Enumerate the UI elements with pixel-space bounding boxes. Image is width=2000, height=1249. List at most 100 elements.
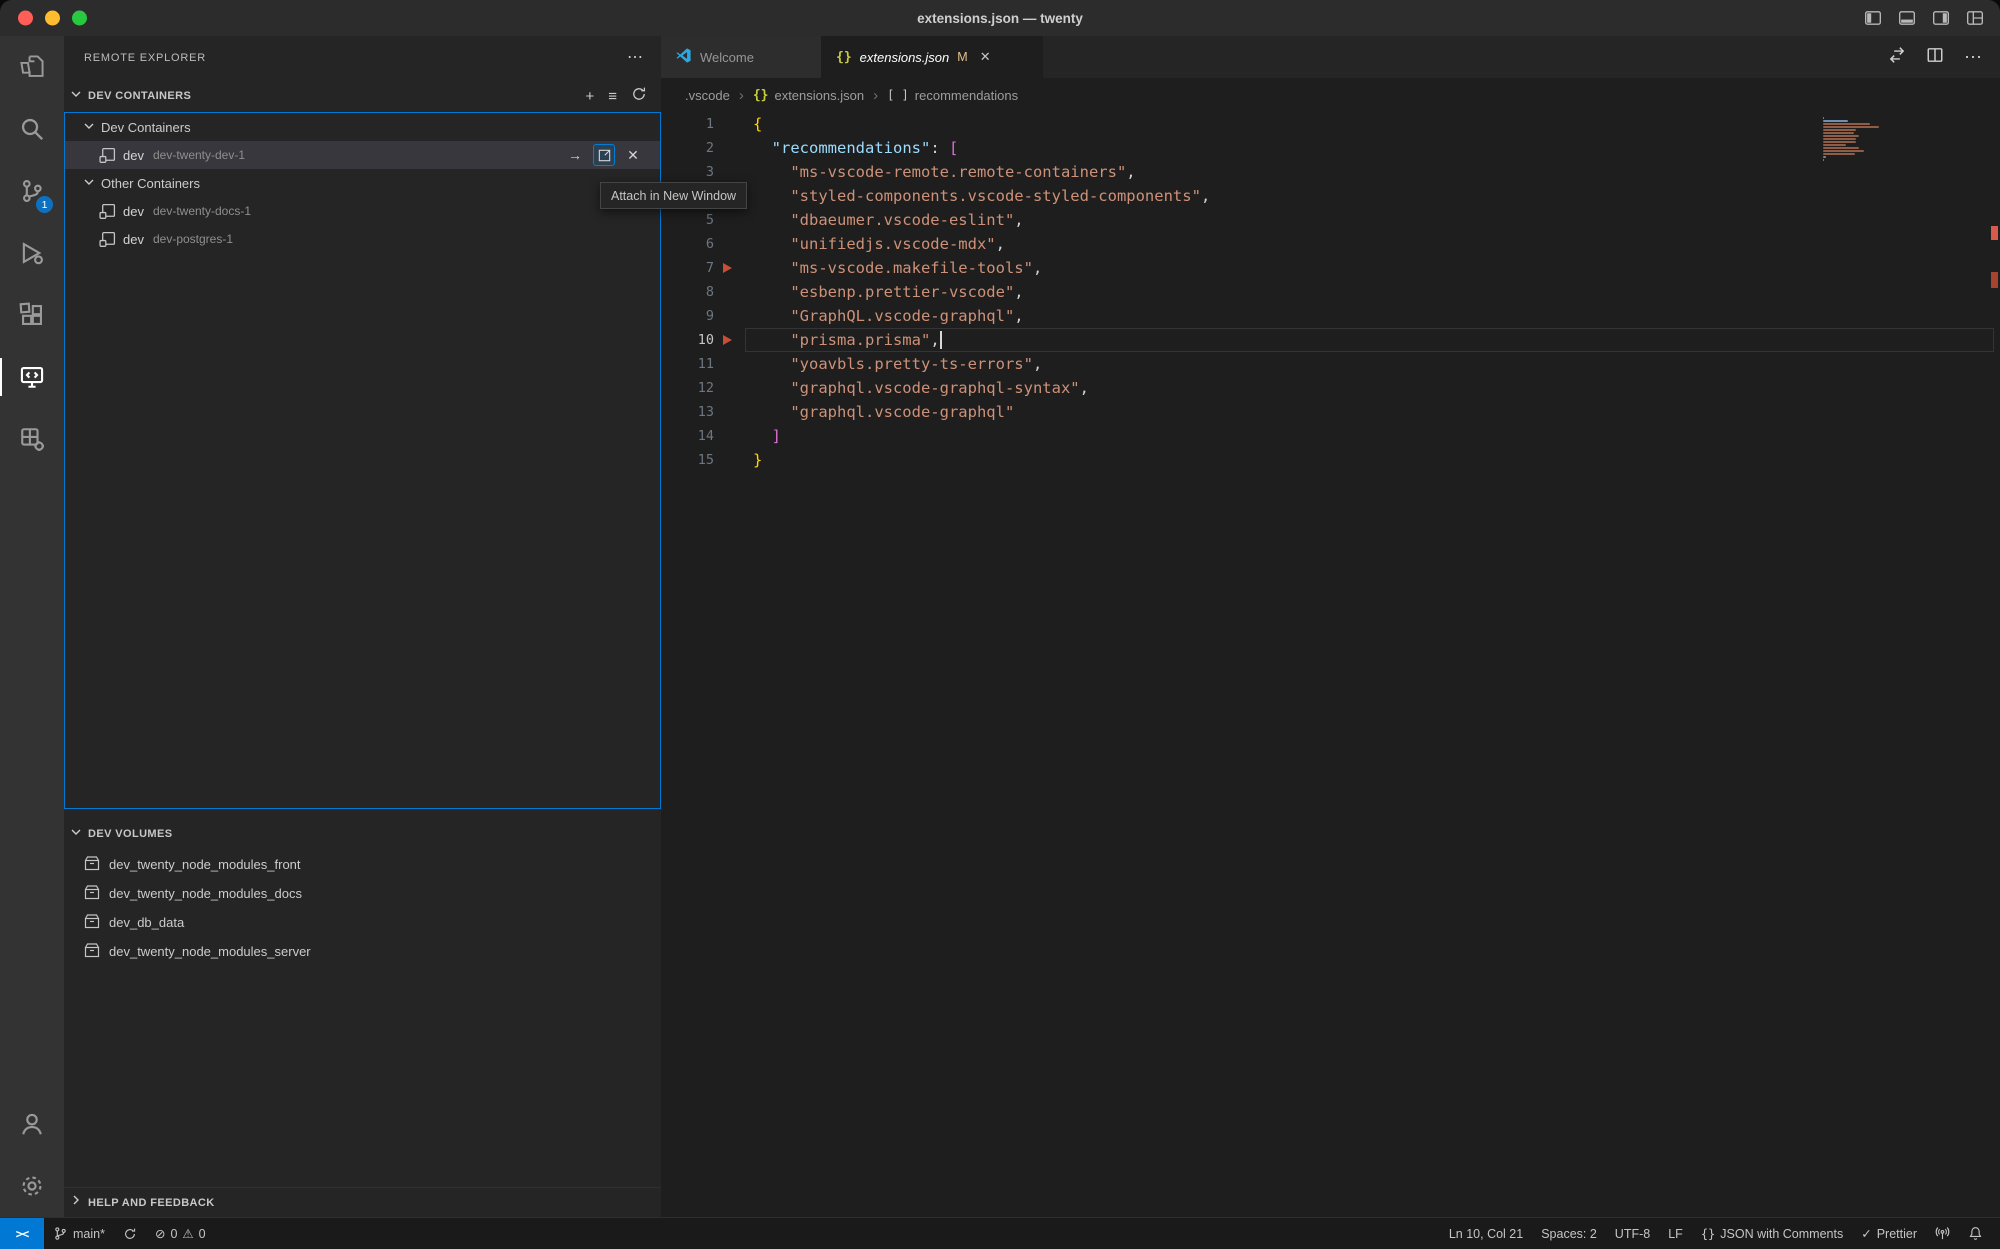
toggle-sidebar-right-icon[interactable] (1932, 9, 1950, 27)
breadcrumb-symbol[interactable]: [ ] recommendations (887, 88, 1018, 103)
line-number[interactable]: 6 (661, 236, 714, 252)
help-and-feedback-label: HELP AND FEEDBACK (88, 1197, 661, 1209)
code-line[interactable]: 4 "styled-components.vscode-styled-compo… (661, 184, 2000, 208)
line-number[interactable]: 1 (661, 116, 714, 132)
split-editor-icon[interactable] (1926, 46, 1944, 69)
tab-welcome[interactable]: Welcome (661, 36, 822, 78)
stop-container-icon[interactable]: ✕ (622, 144, 644, 166)
toggle-panel-icon[interactable] (1898, 9, 1916, 27)
extensions-icon[interactable] (0, 284, 64, 346)
line-number[interactable]: 11 (661, 356, 714, 372)
line-number[interactable]: 7 (661, 260, 714, 276)
explorer-icon[interactable] (0, 36, 64, 98)
attach-in-new-window-tooltip: Attach in New Window (600, 182, 747, 209)
attach-new-window-icon[interactable] (593, 144, 615, 166)
volume-row[interactable]: dev_twenty_node_modules_docs (64, 879, 661, 908)
more-actions-icon[interactable]: ⋯ (1964, 48, 1982, 66)
code-area[interactable]: 1{2 "recommendations": [3 "ms-vscode-rem… (661, 112, 2000, 1217)
show-details-icon[interactable]: ≡ (608, 89, 617, 104)
tab-extensions-json[interactable]: {} extensions.json M ✕ (822, 36, 1043, 78)
close-tab-icon[interactable]: ✕ (980, 49, 991, 65)
customize-layout-icon[interactable] (1966, 9, 1984, 27)
code-line[interactable]: 3 "ms-vscode-remote.remote-containers", (661, 160, 2000, 184)
volume-row[interactable]: dev_twenty_node_modules_front (64, 850, 661, 879)
line-number[interactable]: 2 (661, 140, 714, 156)
volume-row[interactable]: dev_db_data (64, 908, 661, 937)
sync-changes-item[interactable] (114, 1218, 146, 1249)
problems-item[interactable]: ⊘ 0 ⚠ 0 (146, 1218, 215, 1249)
deleted-lines-marker (723, 263, 732, 273)
toggle-sidebar-left-icon[interactable] (1864, 9, 1882, 27)
dev-containers-section-header[interactable]: DEV CONTAINERS + ≡ (64, 80, 661, 112)
eol-item[interactable]: LF (1659, 1218, 1692, 1249)
close-window-button[interactable] (18, 11, 33, 26)
search-icon[interactable] (0, 98, 64, 160)
code-line[interactable]: 1{ (661, 112, 2000, 136)
cursor-position-item[interactable]: Ln 10, Col 21 (1440, 1218, 1532, 1249)
minimap[interactable] (1823, 117, 1896, 161)
container-row-dev-postgres-1[interactable]: dev dev-postgres-1 (65, 225, 660, 253)
line-number[interactable]: 9 (661, 308, 714, 324)
code-line[interactable]: 9 "GraphQL.vscode-graphql", (661, 304, 2000, 328)
code-line[interactable]: 14 ] (661, 424, 2000, 448)
minimap-line (1823, 147, 1859, 149)
code-line[interactable]: 2 "recommendations": [ (661, 136, 2000, 160)
notifications-bell-icon[interactable] (1959, 1218, 1992, 1249)
language-mode-item[interactable]: {} JSON with Comments (1692, 1218, 1852, 1249)
line-text: } (753, 451, 762, 469)
container-icon (99, 203, 116, 220)
remote-explorer-icon[interactable] (0, 346, 64, 408)
run-debug-icon[interactable] (0, 222, 64, 284)
tree-group-other-containers[interactable]: Other Containers (65, 169, 660, 197)
breadcrumb-file[interactable]: {} extensions.json (753, 88, 864, 103)
line-number[interactable]: 14 (661, 428, 714, 444)
tab-label: Welcome (700, 50, 754, 65)
minimize-window-button[interactable] (45, 11, 60, 26)
chevron-down-icon (81, 174, 97, 193)
broadcast-icon[interactable] (1926, 1218, 1959, 1249)
minimap-line (1823, 126, 1879, 128)
git-branch-item[interactable]: main* (44, 1218, 114, 1249)
code-line[interactable]: 13 "graphql.vscode-graphql" (661, 400, 2000, 424)
open-changes-icon[interactable] (1888, 46, 1906, 69)
code-line[interactable]: 6 "unifiedjs.vscode-mdx", (661, 232, 2000, 256)
encoding-item[interactable]: UTF-8 (1606, 1218, 1659, 1249)
tree-group-dev-containers[interactable]: Dev Containers (65, 113, 660, 141)
line-number[interactable]: 15 (661, 452, 714, 468)
code-line[interactable]: 5 "dbaeumer.vscode-eslint", (661, 208, 2000, 232)
line-number[interactable]: 8 (661, 284, 714, 300)
indentation-item[interactable]: Spaces: 2 (1532, 1218, 1606, 1249)
container-tools-icon[interactable] (0, 408, 64, 470)
remote-indicator[interactable]: >< (0, 1218, 44, 1249)
code-line[interactable]: 12 "graphql.vscode-graphql-syntax", (661, 376, 2000, 400)
line-number[interactable]: 12 (661, 380, 714, 396)
breadcrumb-folder[interactable]: .vscode (685, 88, 730, 103)
code-line[interactable]: 8 "esbenp.prettier-vscode", (661, 280, 2000, 304)
zoom-window-button[interactable] (72, 11, 87, 26)
refresh-icon[interactable] (631, 86, 647, 107)
code-line[interactable]: 7 "ms-vscode.makefile-tools", (661, 256, 2000, 280)
new-dev-container-icon[interactable]: + (585, 89, 594, 104)
formatter-item[interactable]: ✓ Prettier (1852, 1218, 1926, 1249)
code-line[interactable]: 10 "prisma.prisma", (661, 328, 2000, 352)
settings-gear-icon[interactable] (0, 1155, 64, 1217)
help-and-feedback-section-header[interactable]: HELP AND FEEDBACK (64, 1187, 661, 1217)
volume-row[interactable]: dev_twenty_node_modules_server (64, 937, 661, 966)
line-number[interactable]: 5 (661, 212, 714, 228)
chevron-down-icon (68, 824, 84, 845)
container-row-dev-twenty-docs-1[interactable]: dev dev-twenty-docs-1 (65, 197, 660, 225)
source-control-icon[interactable]: 1 (0, 160, 64, 222)
container-row-dev-twenty-dev-1[interactable]: dev dev-twenty-dev-1 → ✕ (65, 141, 660, 169)
code-line[interactable]: 11 "yoavbls.pretty-ts-errors", (661, 352, 2000, 376)
line-text: "GraphQL.vscode-graphql", (753, 307, 1024, 325)
attach-current-window-icon[interactable]: → (564, 144, 586, 166)
code-line[interactable]: 15} (661, 448, 2000, 472)
line-number[interactable]: 13 (661, 404, 714, 420)
accounts-icon[interactable] (0, 1093, 64, 1155)
warning-count: 0 (199, 1227, 206, 1241)
line-number[interactable]: 3 (661, 164, 714, 180)
line-number[interactable]: 10 (661, 332, 714, 348)
dev-volumes-section-header[interactable]: DEV VOLUMES (64, 818, 661, 850)
sidebar-more-actions-icon[interactable]: ⋯ (627, 50, 643, 66)
chevron-down-icon (81, 118, 97, 137)
